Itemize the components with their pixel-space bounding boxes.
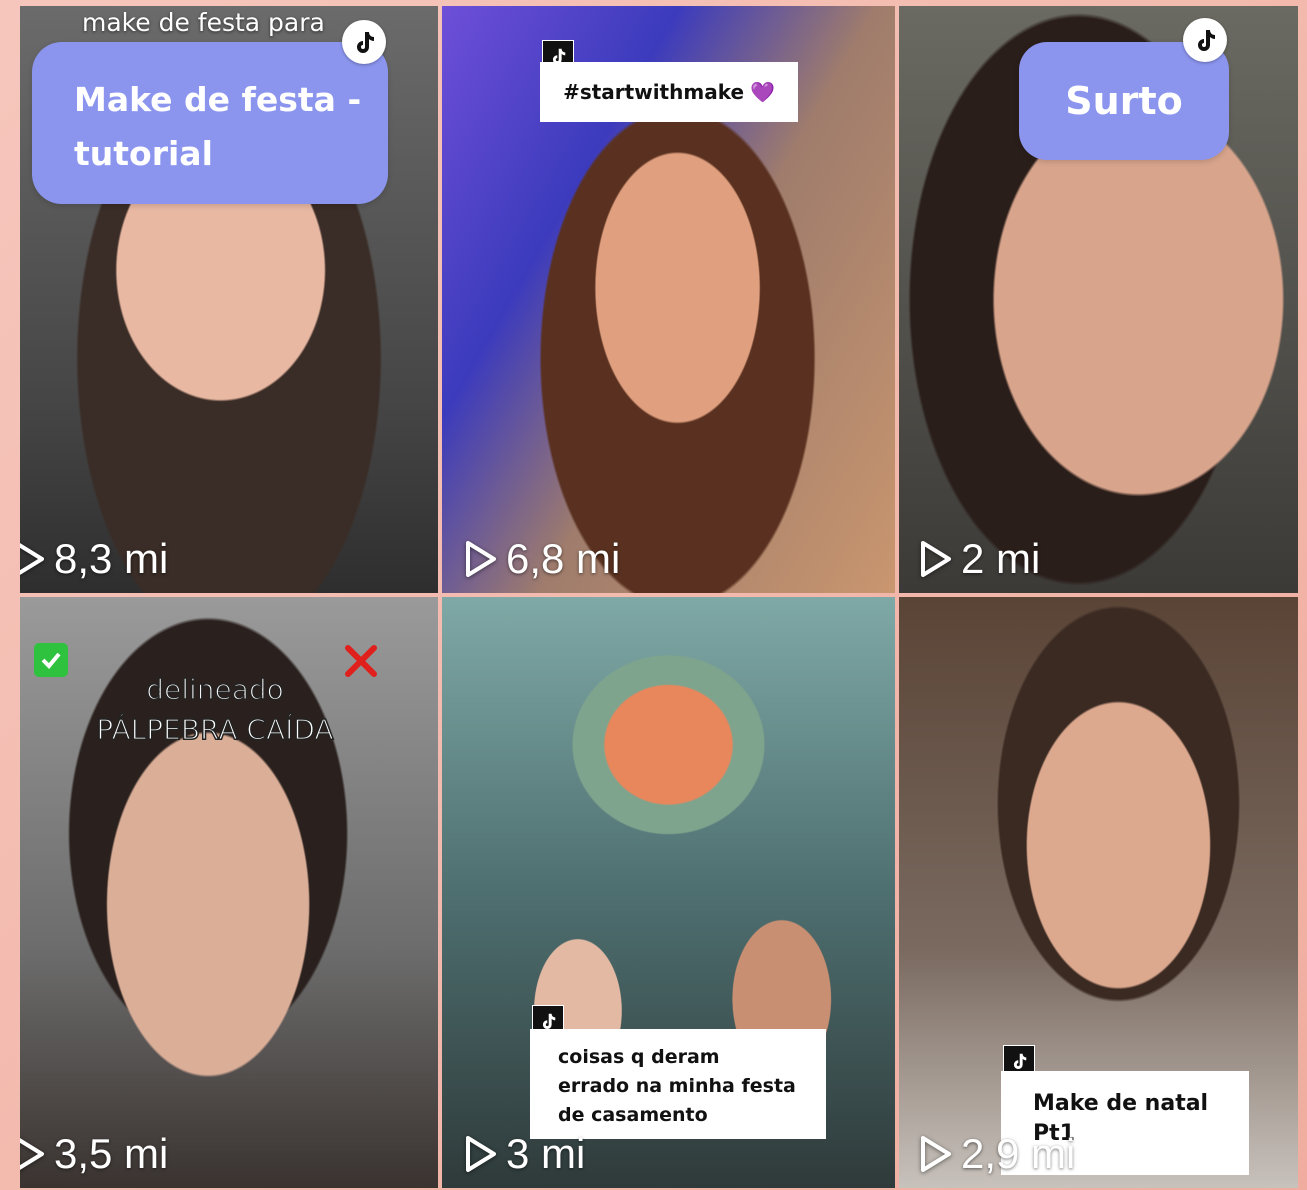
video-tile[interactable]: make de festa para Make de festa - tutor… [20,6,438,593]
video-tile[interactable]: Surto 2 mi [899,6,1298,593]
video-top-caption: make de festa para [82,8,325,37]
play-icon [20,543,44,575]
hashtag-text: #startwithmake [563,80,745,104]
view-count: 3 mi [464,1130,585,1178]
caption-line: errado na minha festa [558,1075,796,1097]
play-icon [20,1138,44,1170]
tiktok-icon [342,20,386,64]
video-grid: make de festa para Make de festa - tutor… [20,6,1298,1188]
view-count: 8,3 mi [20,535,168,583]
video-tile[interactable]: coisas q deram errado na minha festa de … [442,597,895,1188]
video-tile[interactable]: #startwithmake 💜 6,8 mi [442,6,895,593]
video-title-pill: Make de festa - tutorial [32,42,388,204]
video-title-line: tutorial [74,134,213,173]
caption-line: coisas q deram [558,1046,720,1068]
view-count-label: 6,8 mi [506,535,621,582]
video-tile[interactable]: Make de natal Pt1 2,9 mi [899,597,1298,1188]
view-count-label: 2,9 mi [961,1130,1076,1177]
view-count: 3,5 mi [20,1130,168,1178]
play-icon [921,541,951,577]
play-icon [466,1136,496,1172]
caption-line: de casamento [558,1104,708,1126]
hashtag-card: #startwithmake 💜 [540,62,798,122]
tiktok-icon [1183,18,1227,62]
view-count: 6,8 mi [464,535,620,583]
play-icon [921,1136,951,1172]
video-title: Surto [1065,79,1183,123]
video-tile[interactable]: ✅ ❌ delineado PÁLPEBRA CAÍDA 3,5 mi [20,597,438,1188]
play-icon [466,541,496,577]
video-title-line: delineado [145,672,284,707]
video-title-line: PÁLPEBRA CAÍDA [96,712,335,747]
heart-emoji: 💜 [750,80,775,104]
view-count-label: 3,5 mi [54,1130,169,1177]
video-title-line: Make de festa - [74,80,362,119]
view-count-label: 2 mi [961,535,1041,582]
view-count: 2 mi [919,535,1040,583]
check-emoji: ✅ [34,643,68,677]
view-count-label: 8,3 mi [54,535,169,582]
caption-line: Make de natal [1033,1091,1209,1116]
view-count-label: 3 mi [506,1130,586,1177]
caption-card: coisas q deram errado na minha festa de … [530,1029,826,1139]
view-count: 2,9 mi [919,1130,1075,1178]
